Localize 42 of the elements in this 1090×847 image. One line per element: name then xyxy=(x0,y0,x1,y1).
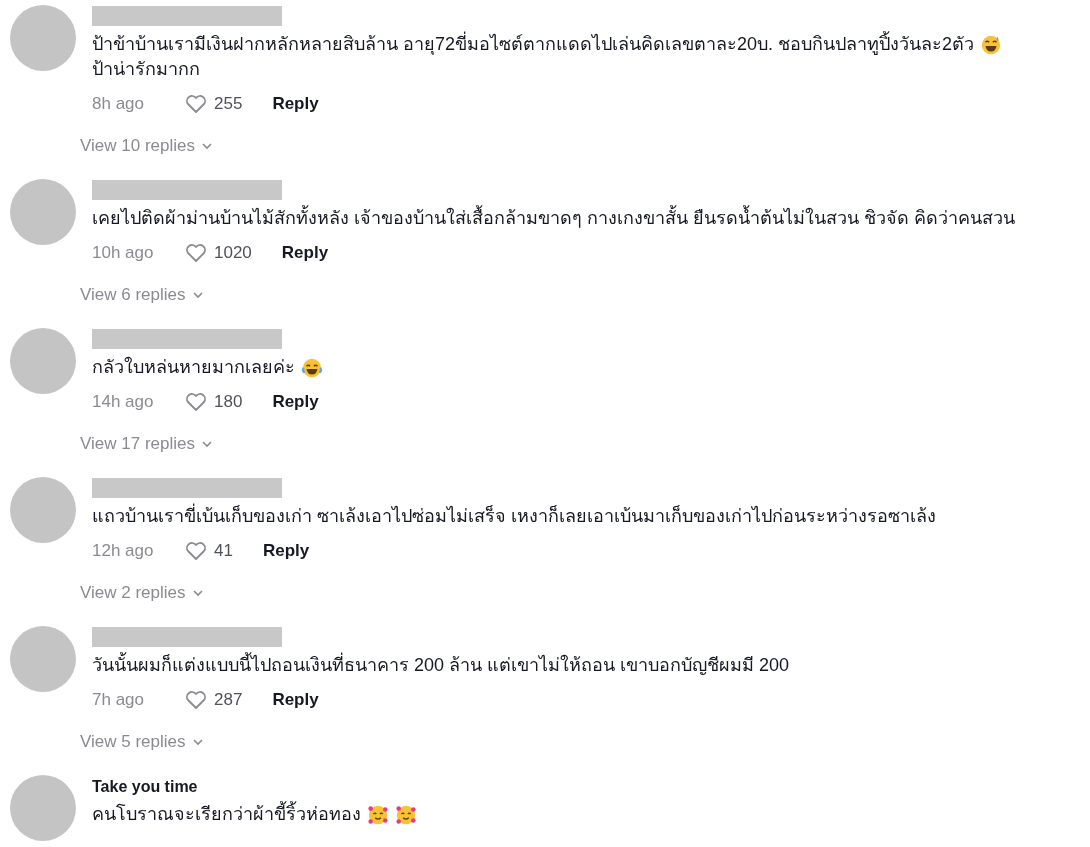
reply-button[interactable]: Reply xyxy=(272,392,319,412)
chevron-down-icon xyxy=(201,438,213,450)
chevron-down-icon xyxy=(201,140,213,152)
heart-icon[interactable] xyxy=(184,539,208,563)
like-count: 287 xyxy=(214,690,243,710)
comment-text: วันนั้นผมก็แต่งแบบนี้ไปถอนเงินที่ธนาคาร 200 ล้าน แต่เขาไม่ให้ถอน เขาบอกบัญชีผมมี 200 xyxy=(92,653,790,678)
username[interactable]: Take you time xyxy=(92,778,1090,796)
like-count: 255 xyxy=(214,94,243,114)
like-count: 180 xyxy=(214,392,243,412)
reply-button[interactable]: Reply xyxy=(272,94,319,114)
heart-icon[interactable] xyxy=(184,390,208,414)
laughing-tears-icon xyxy=(301,356,323,379)
comment-text: คนโบราณจะเรียกว่าผ้าขี้ริ้วห่อทอง xyxy=(92,802,361,827)
view-replies-button[interactable]: View 17 replies xyxy=(80,434,213,454)
comment-time: 7h ago xyxy=(92,690,145,710)
heart-icon[interactable] xyxy=(184,688,208,712)
comment-text: เคยไปติดผ้าม่านบ้านไม้สักทั้งหลัง เจ้าของบ้านใส่เสื้อกล้ามขาดๆ กางเกงขาสั้น ยืนรดน้ำต้นไม่ในสวน ชิวจัด คิดว่าคนสวน xyxy=(92,206,1015,231)
smile-hearts-icon xyxy=(395,803,417,826)
comment-time: 8h ago xyxy=(92,94,145,114)
comment-text: ป้าข้าบ้านเรามีเงินฝากหลักหลายสิบล้าน อายุ72ขี่มอไซต์ตากแดดไปเล่นคิดเลขตาละ20บ. ชอบกินปลาทูปิ้งวันละ2ตัว xyxy=(92,32,975,57)
heart-icon[interactable] xyxy=(184,241,208,265)
comment-text: กลัวใบหล่นหายมากเลยค่ะ xyxy=(92,355,295,379)
heart-icon[interactable] xyxy=(184,92,208,116)
reply-button[interactable]: Reply xyxy=(272,690,319,710)
view-replies-button[interactable]: View 2 replies xyxy=(80,583,204,603)
chevron-down-icon xyxy=(191,736,204,748)
reply-button[interactable]: Reply xyxy=(281,243,329,263)
chevron-down-icon xyxy=(191,289,204,301)
comment-time: 14h ago xyxy=(92,392,155,412)
like-count: 1020 xyxy=(214,243,252,263)
view-replies-button[interactable]: View 6 replies xyxy=(80,285,204,305)
comment-time: 12h ago xyxy=(92,541,155,561)
chevron-down-icon xyxy=(191,587,204,599)
view-replies-button[interactable]: View 5 replies xyxy=(80,732,204,752)
comment-text: ป้าน่ารักมากก xyxy=(92,58,200,81)
reply-button[interactable]: Reply xyxy=(262,541,310,561)
view-replies-button[interactable]: View 10 replies xyxy=(80,136,213,156)
sweat-smile-icon xyxy=(980,33,1003,56)
like-count: 41 xyxy=(214,541,233,561)
comment-text: แถวบ้านเราขี่เบ้นเก็บของเก่า ซาเล้งเอาไปซ่อมไม่เสร็จ เหงาก็เลยเอาเบ้นมาเก็บของเก่าไปก่อนระหว่างรอซาเล้ง xyxy=(92,504,936,529)
comment-time: 10h ago xyxy=(92,243,155,263)
smile-hearts-icon xyxy=(367,803,389,826)
